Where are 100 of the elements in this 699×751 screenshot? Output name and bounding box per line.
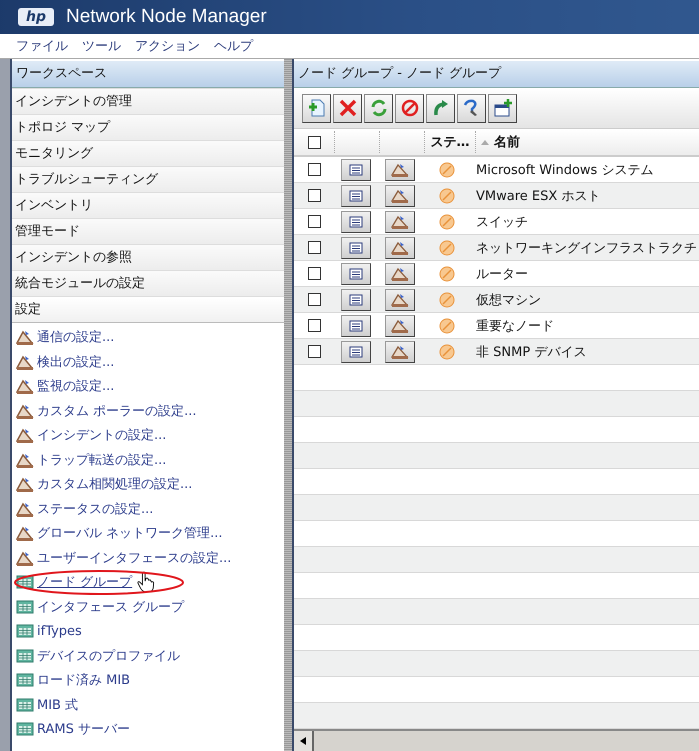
nav-link[interactable]: ユーザーインタフェースの設定... [37,548,232,567]
workspace-section[interactable]: 管理モード [12,218,284,244]
logo: hp [18,8,54,26]
table-cell-text: 非 SNMP デバイス [476,344,586,360]
list-icon [349,346,363,358]
nav-link[interactable]: トラップ転送の設定... [37,450,166,469]
workspace-section[interactable]: トポロジ マップ [12,114,284,140]
nav-link[interactable]: MIB 式 [37,696,78,714]
checkbox[interactable] [308,267,320,280]
scroll-left-button[interactable] [294,731,314,751]
nav-link[interactable]: 監視の設定... [37,377,114,396]
details-button[interactable] [341,236,371,258]
form-icon [391,214,409,228]
edit-button[interactable] [385,340,415,362]
nav-link[interactable]: グローバル ネットワーク管理... [37,524,223,542]
toolbar-button[interactable] [302,94,331,122]
workspace-section[interactable]: インシデントの管理 [12,88,284,114]
toolbar-button[interactable] [426,94,455,122]
details-button[interactable] [341,210,371,232]
edit-button[interactable] [385,236,415,258]
checkbox[interactable] [308,215,320,228]
workspace-section[interactable]: トラブルシューティング [12,166,284,192]
toolbar-button[interactable] [395,94,424,122]
menu-item[interactable]: ツール [82,37,121,55]
menu-item[interactable]: ファイル [16,37,68,55]
form-icon [391,292,409,306]
form-icon [16,500,34,517]
workspace-section[interactable]: インベントリ [12,192,284,218]
workspace-section[interactable]: 設定 [12,296,284,323]
delete-icon [338,98,358,118]
checkbox[interactable] [308,319,320,332]
list-icon [349,216,363,228]
edit-button[interactable] [385,262,415,284]
edit-button[interactable] [385,184,415,206]
column-header[interactable]: 名前 [494,133,520,151]
status-icon [439,214,455,230]
toolbar-button[interactable] [457,94,486,122]
toolbar-button[interactable] [364,94,393,122]
new-icon [306,98,326,118]
nav-link[interactable]: デバイスのプロファイル [37,646,180,665]
details-button[interactable] [341,340,371,362]
nav-link[interactable]: ロード済み MIB [37,671,130,690]
edit-button[interactable] [385,158,415,180]
details-button[interactable] [341,158,371,180]
nav-link[interactable]: 通信の設定... [37,328,114,346]
nav-link[interactable]: カスタム ポーラーの設定... [37,402,197,420]
nav-link[interactable]: 検出の設定... [37,352,114,371]
list-icon [349,190,363,202]
checkbox[interactable] [308,345,320,358]
nav-link[interactable]: RAMS サーバー [37,720,130,738]
form-icon [391,240,409,254]
checkbox[interactable] [308,241,320,254]
nav-link[interactable]: カスタム相関処理の設定... [37,475,192,494]
checkbox[interactable] [308,136,320,148]
status-icon [439,266,455,282]
details-button[interactable] [341,262,371,284]
list-icon [349,320,363,332]
splitter[interactable] [284,59,294,751]
nav-link[interactable]: インタフェース グループ [37,598,184,616]
details-button[interactable] [341,288,371,310]
horizontal-scrollbar[interactable] [294,729,699,751]
form-icon [16,402,34,419]
column-header[interactable]: ステ… [430,133,470,151]
edit-button[interactable] [385,210,415,232]
menu-item[interactable]: アクション [135,37,200,55]
nav-link[interactable]: インシデントの設定... [37,426,166,444]
workspace-section[interactable]: 統合モジュールの設定 [12,270,284,296]
table-cell-text: 重要なノード [476,318,554,334]
details-button[interactable] [341,184,371,206]
nav-link[interactable]: ステータスの設定... [37,500,154,518]
form-icon [16,354,34,370]
table-icon [16,698,34,712]
checkbox[interactable] [308,163,320,176]
form-icon [391,318,409,332]
workspace-section[interactable]: インシデントの参照 [12,244,284,270]
edit-button[interactable] [385,314,415,336]
checkbox[interactable] [308,293,320,306]
status-icon [439,318,455,334]
details-button[interactable] [341,314,371,336]
form-icon [16,476,34,492]
table-cell-text: スイッチ [476,214,528,230]
window-title: Network Node Manager [66,6,267,28]
nav-link[interactable]: ifTypes [37,624,82,639]
table-icon [16,624,34,638]
toolbar-button[interactable] [333,94,362,122]
workspace-section[interactable]: モニタリング [12,140,284,166]
checkbox[interactable] [308,189,320,202]
status-icon [439,344,455,360]
edit-button[interactable] [385,288,415,310]
menu-item[interactable]: ヘルプ [214,37,253,55]
form-icon [16,427,34,444]
form-icon [16,378,34,394]
list-icon [349,164,363,176]
table-icon [16,600,34,614]
form-icon [391,188,409,202]
table-icon [16,722,34,736]
status-icon [439,162,455,178]
form-icon [16,329,34,346]
toolbar-button[interactable] [488,94,517,122]
form-icon [16,525,34,542]
